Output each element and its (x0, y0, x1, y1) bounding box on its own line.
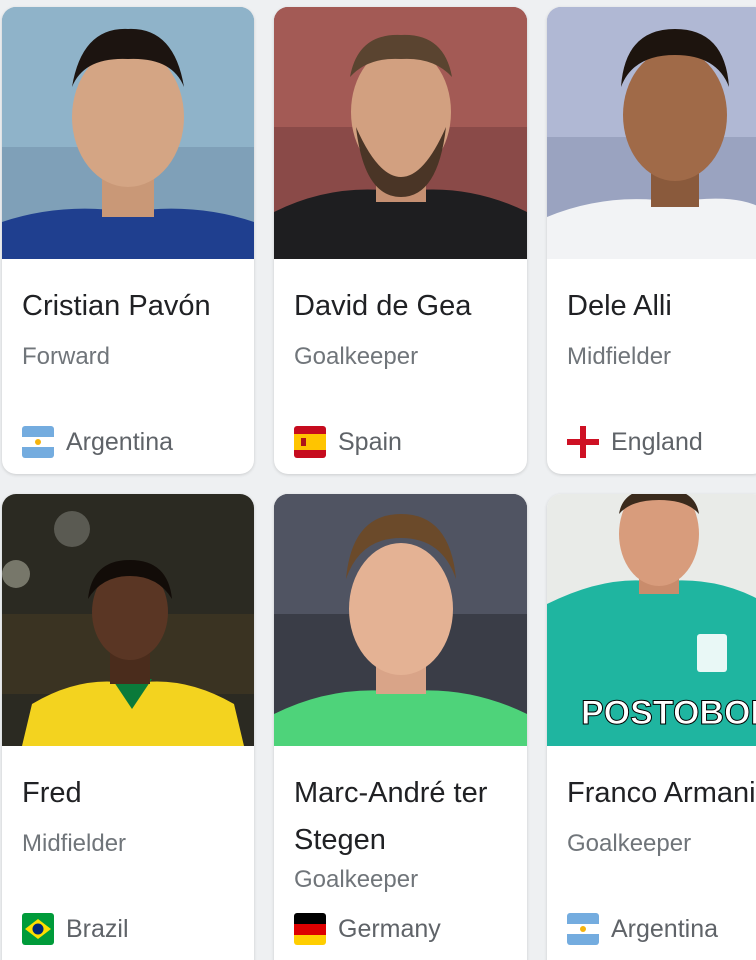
player-name: Fred (22, 777, 82, 809)
player-position: Forward (22, 343, 111, 370)
player-country: Germany (294, 912, 441, 946)
country-name: Germany (338, 914, 441, 943)
brazil-flag-icon (22, 913, 54, 945)
player-position: Goalkeeper (567, 830, 692, 857)
player-card-franco-armani[interactable]: POSTOBON Franco Armani Goalkeeper Argent… (547, 494, 756, 960)
player-country: Brazil (22, 912, 129, 946)
player-name: Marc-André ter Stegen (294, 777, 488, 856)
player-name: Dele Alli (567, 290, 672, 322)
england-flag-icon (567, 426, 599, 458)
player-name: Cristian Pavón (22, 290, 211, 322)
player-photo (274, 7, 527, 259)
player-photo (2, 7, 254, 259)
player-position: Midfielder (22, 830, 127, 857)
argentina-flag-icon (567, 913, 599, 945)
shirt-sponsor-text: POSTOBON (581, 694, 756, 732)
spain-flag-icon (294, 426, 326, 458)
argentina-flag-icon (22, 426, 54, 458)
player-country: England (567, 425, 703, 459)
player-country: Argentina (22, 425, 173, 459)
player-name: David de Gea (294, 290, 472, 322)
player-photo: POSTOBON (547, 494, 756, 746)
player-card-marc-andre-ter-stegen[interactable]: Marc-André ter Stegen Goalkeeper Germany (274, 494, 527, 960)
player-card-fred[interactable]: Fred Midfielder Brazil (2, 494, 254, 960)
country-name: Argentina (611, 914, 719, 943)
player-card-cristian-pavon[interactable]: Cristian Pavón Forward Argentina (2, 7, 254, 474)
player-position: Goalkeeper (294, 343, 419, 370)
player-grid: Cristian Pavón Forward Argentina David d… (0, 0, 756, 960)
country-name: Argentina (66, 427, 174, 456)
player-country: Spain (294, 425, 402, 459)
country-name: Brazil (66, 914, 129, 943)
player-card-david-de-gea[interactable]: David de Gea Goalkeeper Spain (274, 7, 527, 474)
germany-flag-icon (294, 913, 326, 945)
player-photo (274, 494, 527, 746)
player-card-dele-alli[interactable]: Dele Alli Midfielder England (547, 7, 756, 474)
player-photo (2, 494, 254, 746)
country-name: Spain (338, 427, 402, 456)
player-country: Argentina (567, 912, 718, 946)
player-position: Goalkeeper (294, 866, 419, 893)
player-photo (547, 7, 756, 259)
player-name: Franco Armani (567, 777, 756, 809)
country-name: England (611, 427, 703, 456)
player-position: Midfielder (567, 343, 672, 370)
